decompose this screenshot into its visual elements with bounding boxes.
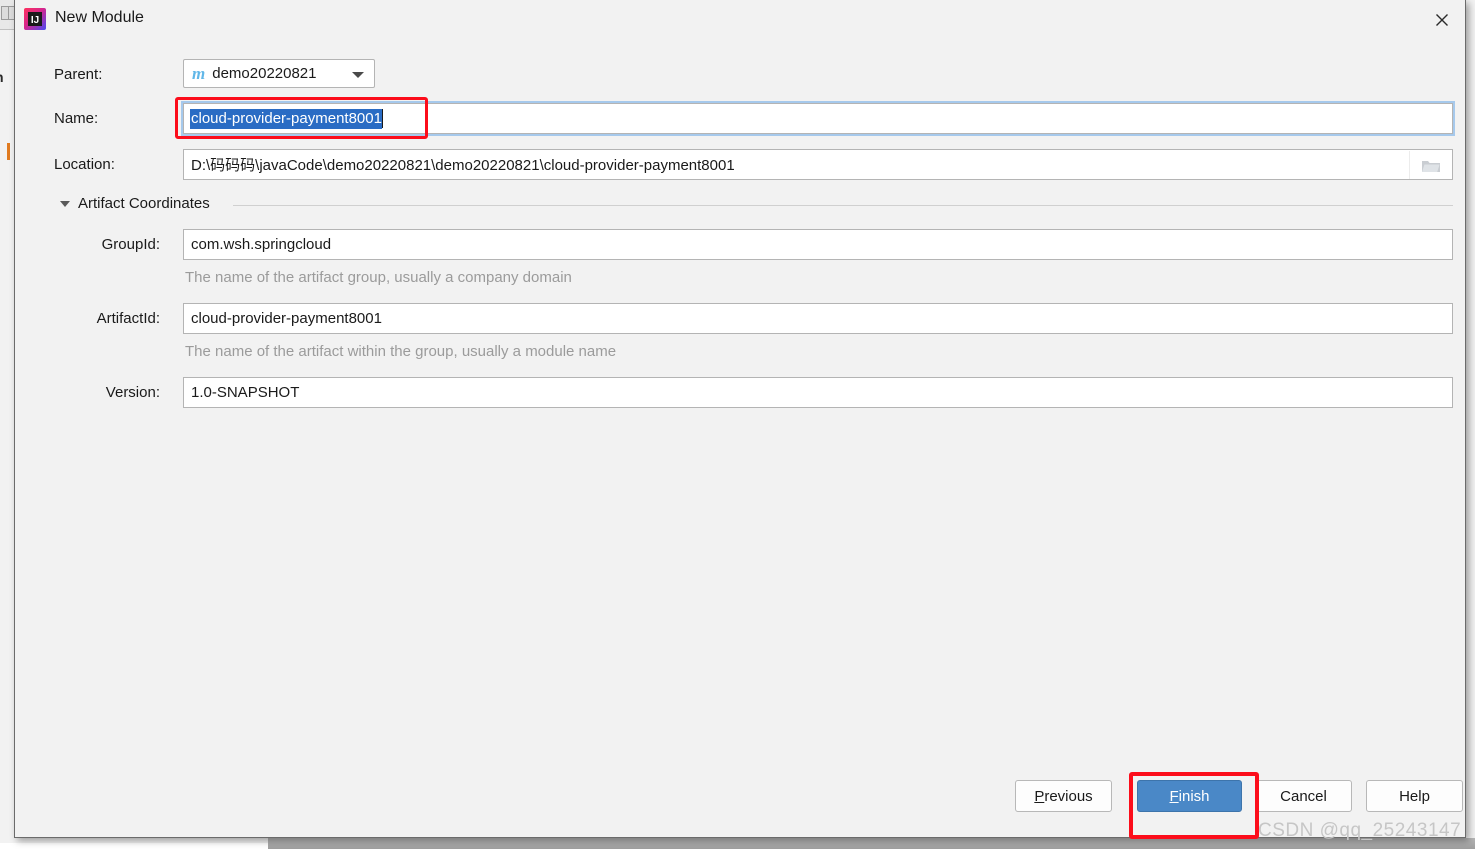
dialog-title: New Module: [55, 9, 144, 27]
finish-button-mnemonic: F: [1169, 788, 1178, 805]
svg-text:IJ: IJ: [31, 15, 39, 26]
location-input-value: D:\码码码\javaCode\demo20220821\demo2022082…: [191, 154, 735, 175]
groupid-label: GroupId:: [35, 236, 160, 253]
chevron-down-icon: [352, 72, 364, 78]
section-divider: [233, 205, 1453, 206]
version-label: Version:: [35, 384, 160, 401]
previous-button[interactable]: Previous: [1015, 780, 1112, 812]
triangle-down-icon[interactable]: [60, 201, 70, 207]
maven-module-icon: m: [192, 65, 205, 82]
parent-dropdown[interactable]: m demo20220821: [183, 59, 375, 88]
background-text-fragment-accent: [7, 143, 10, 160]
close-icon[interactable]: [1419, 0, 1465, 40]
name-input-value: cloud-provider-payment8001: [190, 109, 382, 129]
watermark: CSDN @qq_25243147: [1258, 820, 1461, 842]
folder-icon[interactable]: [1409, 151, 1451, 180]
finish-button[interactable]: Finish: [1137, 780, 1242, 812]
cancel-button[interactable]: Cancel: [1255, 780, 1352, 812]
new-module-dialog: IJ New Module Parent: m demo20220821 Nam…: [14, 0, 1466, 838]
name-input[interactable]: cloud-provider-payment8001: [183, 103, 1453, 134]
groupid-hint-text: The name of the artifact group, usually …: [185, 269, 572, 286]
artifactid-label: ArtifactId:: [35, 310, 160, 327]
artifactid-input-value: cloud-provider-payment8001: [191, 310, 382, 327]
previous-button-label: revious: [1044, 788, 1092, 805]
parent-selected-value: demo20220821: [212, 65, 316, 82]
version-input[interactable]: 1.0-SNAPSHOT: [183, 377, 1453, 408]
name-label: Name:: [54, 110, 98, 127]
help-button-label: Help: [1399, 788, 1430, 805]
version-input-value: 1.0-SNAPSHOT: [191, 384, 299, 401]
groupid-input[interactable]: com.wsh.springcloud: [183, 229, 1453, 260]
finish-button-label: inish: [1179, 788, 1210, 805]
groupid-input-value: com.wsh.springcloud: [191, 236, 331, 253]
location-input[interactable]: D:\码码码\javaCode\demo20220821\demo2022082…: [183, 149, 1453, 180]
dialog-titlebar: IJ New Module: [15, 0, 1465, 40]
cancel-button-label: Cancel: [1280, 788, 1327, 805]
text-caret: [382, 109, 383, 128]
artifactid-hint-text: The name of the artifact within the grou…: [185, 343, 616, 360]
artifact-coordinates-section-title: Artifact Coordinates: [78, 195, 210, 212]
background-bottom-strip: [0, 843, 268, 849]
intellij-idea-icon: IJ: [24, 8, 46, 30]
previous-button-mnemonic: P: [1034, 788, 1044, 805]
help-button[interactable]: Help: [1366, 780, 1463, 812]
parent-label: Parent:: [54, 66, 102, 83]
artifactid-input[interactable]: cloud-provider-payment8001: [183, 303, 1453, 334]
location-label: Location:: [54, 156, 115, 173]
background-text-fragment-1: n: [0, 69, 9, 85]
